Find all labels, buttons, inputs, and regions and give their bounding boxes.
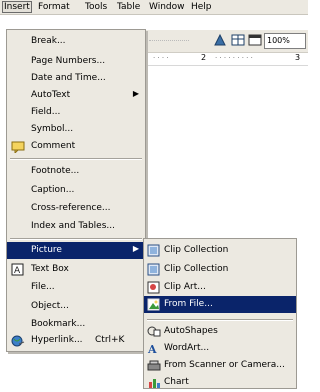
zoom-box[interactable]: 100% (264, 33, 306, 49)
standard-toolbar: 100% (145, 30, 308, 53)
submenu-item-from-scanner[interactable]: From Scanner or Camera... (144, 357, 296, 374)
ruler-ticks: · · · · · · · · · (215, 54, 253, 62)
menu-window[interactable]: Window (149, 2, 185, 12)
menu-item-file[interactable]: File... (7, 279, 145, 296)
menu-item-caption[interactable]: Caption... (7, 182, 145, 199)
menu-separator (10, 238, 142, 240)
picture-from-file-icon (147, 298, 161, 311)
submenu-item-from-file[interactable]: From File... (144, 296, 296, 313)
menu-help[interactable]: Help (191, 2, 212, 12)
submenu-item-clip-collection[interactable]: Clip Collection (144, 242, 296, 259)
menu-tools[interactable]: Tools (85, 2, 107, 12)
comment-icon (11, 140, 25, 155)
menu-item-text-box[interactable]: A Text Box (7, 261, 145, 278)
hyperlink-shortcut: Ctrl+K (95, 335, 125, 345)
svg-text:A: A (14, 266, 21, 276)
menu-item-cross-reference[interactable]: Cross-reference... (7, 200, 145, 217)
text-box-icon: A (11, 263, 25, 276)
menu-format[interactable]: Format (38, 2, 70, 12)
submenu-item-wordart[interactable]: A WordArt... (144, 340, 296, 357)
ruler-number-2: 2 (201, 53, 207, 62)
menu-bar: Insert Format Tools Table Window Help (0, 0, 308, 15)
menu-item-index-and-tables[interactable]: Index and Tables... (7, 218, 145, 235)
menu-item-break[interactable]: Break... (7, 33, 145, 50)
menu-table[interactable]: Table (117, 2, 140, 12)
submenu-arrow-icon: ▶ (132, 89, 139, 98)
menu-item-field[interactable]: Field... (7, 104, 145, 121)
window-icon[interactable] (248, 33, 262, 48)
chart-icon (147, 376, 161, 389)
menu-separator (10, 158, 142, 160)
menu-item-picture[interactable]: Picture ▶ (7, 242, 145, 259)
ruler-ticks: · · · · (153, 54, 169, 62)
zoom-value: 100% (267, 36, 290, 45)
menu-item-date-and-time[interactable]: Date and Time... (7, 70, 145, 87)
menu-item-page-numbers[interactable]: Page Numbers... (7, 53, 145, 70)
clip-collection-icon (147, 263, 161, 276)
menu-item-comment[interactable]: Comment (7, 138, 145, 155)
menu-item-autotext[interactable]: AutoText ▶ (7, 87, 145, 104)
menu-item-symbol[interactable]: Symbol... (7, 121, 145, 138)
submenu-separator (147, 319, 293, 321)
insert-menu: Break... Page Numbers... Date and Time..… (6, 29, 146, 352)
picture-submenu: Clip Collection Clip Collection Clip Art… (143, 238, 297, 389)
submenu-item-clip-collection-2[interactable]: Clip Collection (144, 261, 296, 278)
submenu-item-clip-art[interactable]: Clip Art... (144, 279, 296, 296)
submenu-item-autoshapes[interactable]: AutoShapes (144, 323, 296, 340)
ruler: · · · · 2 · · · · · · · · · 3 (145, 53, 308, 66)
submenu-arrow-icon: ▶ (132, 244, 139, 253)
wordart-icon: A (147, 342, 161, 356)
hyperlink-globe-icon (11, 334, 25, 347)
clip-collection-icon (147, 244, 161, 257)
ruler-number-3: 3 (295, 53, 301, 62)
autoshapes-icon (147, 325, 161, 338)
clip-art-icon (147, 281, 161, 294)
toolbar-faded-buttons (149, 40, 189, 41)
submenu-item-chart[interactable]: Chart (144, 374, 296, 391)
menu-item-object[interactable]: Object... (7, 298, 145, 315)
menu-insert[interactable]: Insert (2, 1, 32, 13)
table-icon[interactable] (231, 33, 245, 48)
drawing-tool-icon[interactable] (213, 33, 227, 48)
menu-item-bookmark[interactable]: Bookmark... (7, 316, 145, 333)
svg-text:A: A (147, 343, 157, 355)
menu-item-hyperlink[interactable]: Hyperlink... Ctrl+K (7, 332, 145, 349)
menu-item-footnote[interactable]: Footnote... (7, 163, 145, 180)
scanner-icon (147, 359, 161, 372)
